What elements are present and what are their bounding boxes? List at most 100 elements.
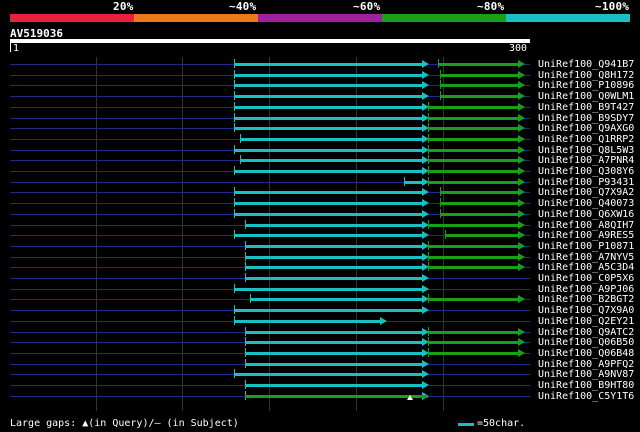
hit-row[interactable]: UniRef100_C0P5X6 bbox=[0, 273, 640, 284]
hit-label[interactable]: UniRef100_Q06B48 bbox=[538, 348, 634, 359]
identity-band-cyan bbox=[506, 14, 630, 22]
hit-label[interactable]: UniRef100_A9NV87 bbox=[538, 369, 634, 380]
subject-hit-arrow bbox=[518, 60, 525, 68]
hit-row[interactable]: UniRef100_Q6XW16 bbox=[0, 208, 640, 220]
query-hit-segment bbox=[245, 351, 422, 355]
hit-row[interactable]: UniRef100_P10871 bbox=[0, 240, 640, 252]
subject-hit-start-tick bbox=[428, 176, 429, 186]
hit-row[interactable]: UniRef100_B9SDY7 bbox=[0, 112, 640, 124]
hit-label[interactable]: UniRef100_Q2EY21 bbox=[538, 316, 634, 327]
hit-label[interactable]: UniRef100_Q8H172 bbox=[538, 70, 634, 81]
hit-row[interactable]: UniRef100_Q06B50 bbox=[0, 337, 640, 348]
query-start-label: 1 bbox=[13, 43, 20, 54]
subject-hit-arrow bbox=[518, 295, 525, 304]
hit-row[interactable]: UniRef100_A9RES5 bbox=[0, 230, 640, 241]
subject-hit-start-tick bbox=[428, 337, 429, 347]
subject-hit-segment bbox=[428, 137, 518, 141]
hit-label[interactable]: UniRef100_Q40073 bbox=[538, 198, 634, 209]
hit-row[interactable]: UniRef100_Q941B7 bbox=[0, 59, 640, 70]
hit-label[interactable]: UniRef100_Q9ATC2 bbox=[538, 327, 634, 338]
subject-hit-start-tick bbox=[428, 155, 429, 165]
subject-hit-segment bbox=[440, 212, 518, 216]
hit-row[interactable]: UniRef100_P93431 bbox=[0, 176, 640, 188]
query-hit-segment bbox=[245, 223, 422, 227]
hit-row[interactable]: UniRef100_Q7X9A0 bbox=[0, 305, 640, 316]
query-hit-start-tick bbox=[234, 230, 235, 240]
hit-row[interactable]: UniRef100_B9T427 bbox=[0, 101, 640, 113]
hit-row[interactable]: UniRef100_Q06B48 bbox=[0, 347, 640, 359]
hit-row[interactable]: UniRef100_Q1RRP2 bbox=[0, 133, 640, 145]
subject-hit-segment bbox=[428, 159, 518, 163]
hit-label[interactable]: UniRef100_A8QIH7 bbox=[538, 220, 634, 231]
hit-label[interactable]: UniRef100_P10871 bbox=[538, 241, 634, 252]
query-hit-start-tick bbox=[245, 380, 246, 389]
hit-label[interactable]: UniRef100_A5C3D4 bbox=[538, 262, 634, 273]
hit-label[interactable]: UniRef100_Q06B50 bbox=[538, 337, 634, 348]
hit-label[interactable]: UniRef100_A9PJ06 bbox=[538, 284, 634, 295]
hit-label[interactable]: UniRef100_B9HT80 bbox=[538, 380, 634, 391]
hit-label[interactable]: UniRef100_Q7X9A0 bbox=[538, 305, 634, 316]
scale-bar bbox=[458, 423, 474, 426]
hit-label[interactable]: UniRef100_B9T427 bbox=[538, 102, 634, 113]
query-hit-segment bbox=[245, 362, 422, 366]
hit-row[interactable]: UniRef100_Q8H172 bbox=[0, 69, 640, 81]
hit-label[interactable]: UniRef100_Q941B7 bbox=[538, 59, 634, 70]
hit-label[interactable]: UniRef100_C0P5X6 bbox=[538, 273, 634, 284]
identity-band-green bbox=[382, 14, 506, 22]
percent-label-80: ~80% bbox=[477, 0, 505, 13]
subject-hit-segment bbox=[428, 266, 518, 270]
hit-row[interactable]: UniRef100_Q0WLM1 bbox=[0, 91, 640, 102]
hit-row[interactable]: UniRef100_A9NV87 bbox=[0, 369, 640, 380]
query-hit-start-tick bbox=[250, 294, 251, 304]
query-hit-start-tick bbox=[234, 112, 235, 122]
hit-row[interactable]: UniRef100_A9PJ06 bbox=[0, 283, 640, 295]
subject-hit-arrow bbox=[518, 102, 525, 111]
hit-label[interactable]: UniRef100_P10896 bbox=[538, 80, 634, 91]
hit-label[interactable]: UniRef100_B9SDY7 bbox=[538, 113, 634, 124]
subject-hit-start-tick bbox=[428, 123, 429, 133]
hit-label[interactable]: UniRef100_Q1RRP2 bbox=[538, 134, 634, 145]
percent-label-60: ~60% bbox=[353, 0, 381, 13]
hit-label[interactable]: UniRef100_Q0WLM1 bbox=[538, 91, 634, 102]
hit-label[interactable]: UniRef100_Q8L5W3 bbox=[538, 145, 634, 156]
subject-hit-arrow bbox=[518, 124, 525, 133]
hit-row[interactable]: UniRef100_Q40073 bbox=[0, 198, 640, 209]
hit-row[interactable]: UniRef100_Q2EY21 bbox=[0, 315, 640, 327]
hit-label[interactable]: UniRef100_P93431 bbox=[538, 177, 634, 188]
hit-row[interactable]: UniRef100_Q9ATC2 bbox=[0, 326, 640, 338]
subject-hit-arrow bbox=[518, 167, 525, 175]
subject-hit-arrow bbox=[518, 145, 525, 154]
query-hit-start-tick bbox=[234, 187, 235, 197]
hit-label[interactable]: UniRef100_A7PNR4 bbox=[538, 155, 634, 166]
subject-hit-arrow bbox=[518, 177, 525, 186]
hit-row[interactable]: UniRef100_Q9AXG0 bbox=[0, 123, 640, 134]
hit-row[interactable]: UniRef100_A7NYV5 bbox=[0, 251, 640, 263]
hit-row[interactable]: UniRef100_P10896 bbox=[0, 80, 640, 91]
hit-row[interactable]: UniRef100_Q308Y6 bbox=[0, 166, 640, 177]
hit-label[interactable]: UniRef100_Q6XW16 bbox=[538, 209, 634, 220]
hit-label[interactable]: UniRef100_A9PFQ2 bbox=[538, 359, 634, 370]
subject-hit-start-tick bbox=[428, 133, 429, 143]
hit-row[interactable]: UniRef100_B9HT80 bbox=[0, 380, 640, 391]
hit-label[interactable]: UniRef100_A9RES5 bbox=[538, 230, 634, 241]
hit-label[interactable]: UniRef100_Q9AXG0 bbox=[538, 123, 634, 134]
subject-hit-arrow bbox=[518, 338, 525, 347]
hit-row[interactable]: UniRef100_B2BGT2 bbox=[0, 294, 640, 305]
hit-label[interactable]: UniRef100_C5Y1T6 bbox=[538, 391, 634, 402]
query-hit-arrow bbox=[422, 199, 429, 208]
hit-row[interactable]: UniRef100_C5Y1T6 bbox=[0, 390, 640, 402]
query-hit-start-tick bbox=[240, 133, 241, 143]
hit-row[interactable]: UniRef100_A8QIH7 bbox=[0, 219, 640, 231]
identity-band-purple bbox=[258, 14, 382, 22]
hit-row[interactable]: UniRef100_A9PFQ2 bbox=[0, 358, 640, 370]
query-hit-segment bbox=[234, 148, 422, 152]
hit-label[interactable]: UniRef100_A7NYV5 bbox=[538, 252, 634, 263]
subject-hit-arrow bbox=[518, 263, 525, 272]
hit-label[interactable]: UniRef100_Q308Y6 bbox=[538, 166, 634, 177]
hit-label[interactable]: UniRef100_B2BGT2 bbox=[538, 294, 634, 305]
hit-row[interactable]: UniRef100_Q8L5W3 bbox=[0, 144, 640, 156]
hit-row[interactable]: UniRef100_A5C3D4 bbox=[0, 262, 640, 273]
hit-row[interactable]: UniRef100_Q7X9A2 bbox=[0, 187, 640, 198]
hit-label[interactable]: UniRef100_Q7X9A2 bbox=[538, 187, 634, 198]
hit-row[interactable]: UniRef100_A7PNR4 bbox=[0, 155, 640, 166]
